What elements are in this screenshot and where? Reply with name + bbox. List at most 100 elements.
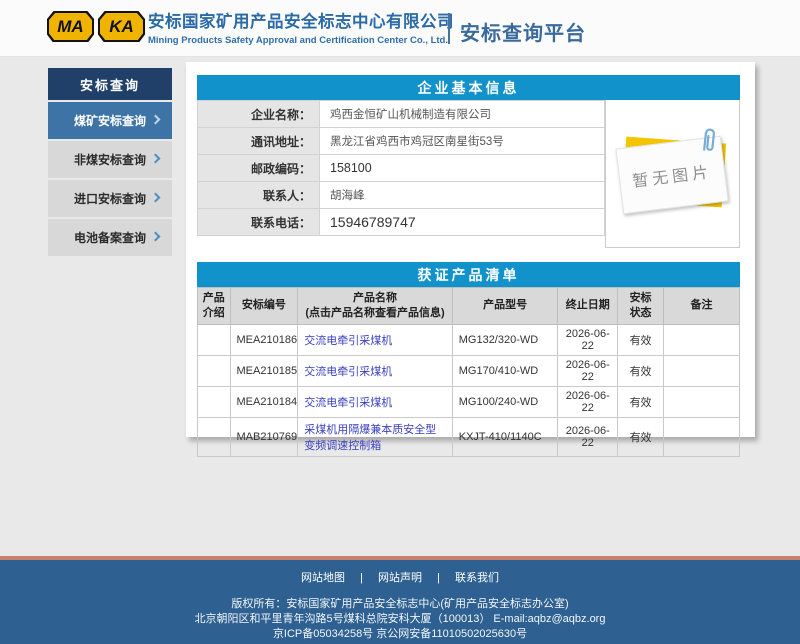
no-image-placeholder: 暂无图片 bbox=[605, 100, 740, 248]
sidebar-item-non-coal-query[interactable]: 非煤安标查询 bbox=[48, 141, 172, 178]
product-name-link[interactable]: 交流电牵引采煤机 bbox=[304, 335, 392, 347]
cell-end-date: 2026-06-22 bbox=[558, 386, 618, 417]
cell-product-name: 交流电牵引采煤机 bbox=[298, 355, 452, 386]
table-header-row: 产品 介绍 安标编号 产品名称 (点击产品名称查看产品信息) 产品型号 终止日期… bbox=[198, 288, 740, 325]
field-label: 邮政编码： bbox=[198, 155, 320, 182]
product-name-link[interactable]: 采煤机用隔爆兼本质安全型变频调速控制箱 bbox=[304, 424, 436, 452]
field-label: 联系人： bbox=[198, 182, 320, 209]
col-product-name: 产品名称 (点击产品名称查看产品信息) bbox=[298, 288, 452, 325]
chevron-right-icon bbox=[151, 232, 161, 242]
col-cert-number: 安标编号 bbox=[230, 288, 298, 325]
field-value-contact: 胡海峰 bbox=[320, 182, 605, 209]
col-end-date: 终止日期 bbox=[558, 288, 618, 325]
products-table: 产品 介绍 安标编号 产品名称 (点击产品名称查看产品信息) 产品型号 终止日期… bbox=[197, 287, 740, 457]
sidebar-item-battery-record-query[interactable]: 电池备案查询 bbox=[48, 219, 172, 256]
field-label: 企业名称： bbox=[198, 101, 320, 128]
footer-link-statement[interactable]: 网站声明 bbox=[378, 572, 422, 584]
sidebar-item-label: 进口安标查询 bbox=[74, 190, 146, 207]
product-name-link[interactable]: 交流电牵引采煤机 bbox=[304, 366, 392, 378]
footer-link-separator: | bbox=[360, 572, 363, 584]
maka-logo[interactable]: MA KA bbox=[47, 11, 145, 42]
col-remark: 备注 bbox=[664, 288, 740, 325]
enterprise-info-table: 企业名称： 鸡西金恒矿山机械制造有限公司 通讯地址： 黑龙江省鸡西市鸡冠区南星街… bbox=[197, 100, 605, 236]
sidebar-item-label: 非煤安标查询 bbox=[74, 151, 146, 168]
cell-remark bbox=[664, 324, 740, 355]
cell-product-name: 交流电牵引采煤机 bbox=[298, 324, 452, 355]
table-row: 通讯地址： 黑龙江省鸡西市鸡冠区南星街53号 bbox=[198, 128, 605, 155]
field-value-phone: 15946789747 bbox=[320, 209, 605, 236]
status-badge: 有效 bbox=[618, 324, 664, 355]
sidebar-item-label: 煤矿安标查询 bbox=[74, 112, 146, 129]
org-name-en: Mining Products Safety Approval and Cert… bbox=[148, 35, 454, 46]
field-label: 通讯地址： bbox=[198, 128, 320, 155]
cell-end-date: 2026-06-22 bbox=[558, 417, 618, 456]
table-row: MEA210184 交流电牵引采煤机 MG100/240-WD 2026-06-… bbox=[198, 386, 740, 417]
field-value-company-name: 鸡西金恒矿山机械制造有限公司 bbox=[320, 101, 605, 128]
products-section: 获证产品清单 产品 介绍 安标编号 产品名称 (点击产品名称查看产品信息) 产品… bbox=[197, 262, 740, 457]
page: MA KA 安标国家矿用产品安全标志中心有限公司 Mining Products… bbox=[0, 0, 800, 644]
footer-link-contact[interactable]: 联系我们 bbox=[455, 572, 499, 584]
logo-badge-ka-text: KA bbox=[100, 13, 143, 40]
chevron-right-icon bbox=[151, 154, 161, 164]
table-row: 联系电话： 15946789747 bbox=[198, 209, 605, 236]
status-badge: 有效 bbox=[618, 355, 664, 386]
table-row: 邮政编码： 158100 bbox=[198, 155, 605, 182]
cell-cert-number: MEA210186 bbox=[230, 324, 298, 355]
no-image-text: 暂无图片 bbox=[631, 158, 713, 192]
cell-end-date: 2026-06-22 bbox=[558, 324, 618, 355]
status-badge: 有效 bbox=[618, 386, 664, 417]
cell-product-name: 采煤机用隔爆兼本质安全型变频调速控制箱 bbox=[298, 417, 452, 456]
sidebar-item-import-query[interactable]: 进口安标查询 bbox=[48, 180, 172, 217]
col-status: 安标 状态 bbox=[618, 288, 664, 325]
col-product-intro: 产品 介绍 bbox=[198, 288, 231, 325]
cell-product-name: 交流电牵引采煤机 bbox=[298, 386, 452, 417]
cell-cert-number: MAB210769 bbox=[230, 417, 298, 456]
cell-remark bbox=[664, 417, 740, 456]
field-value-postcode: 158100 bbox=[320, 155, 605, 182]
field-value-address: 黑龙江省鸡西市鸡冠区南星街53号 bbox=[320, 128, 605, 155]
footer: 网站地图 | 网站声明 | 联系我们 版权所有：安标国家矿用产品安全标志中心(矿… bbox=[0, 560, 800, 644]
org-titles: 安标国家矿用产品安全标志中心有限公司 Mining Products Safet… bbox=[148, 8, 454, 46]
table-row: 联系人： 胡海峰 bbox=[198, 182, 605, 209]
cell-cert-number: MEA210184 bbox=[230, 386, 298, 417]
logo-badge-ma-text: MA bbox=[49, 13, 92, 40]
copyright-line: 版权所有：安标国家矿用产品安全标志中心(矿用产品安全标志办公室) bbox=[0, 597, 800, 612]
header-divider bbox=[448, 13, 450, 44]
field-label: 联系电话： bbox=[198, 209, 320, 236]
cell-model: MG170/410-WD bbox=[452, 355, 558, 386]
footer-copyright: 版权所有：安标国家矿用产品安全标志中心(矿用产品安全标志办公室) 北京朝阳区和平… bbox=[0, 597, 800, 642]
logo-badge-ma-icon: MA bbox=[47, 11, 94, 42]
enterprise-section-header: 企业基本信息 bbox=[197, 75, 740, 100]
sidebar: 安标查询 煤矿安标查询 非煤安标查询 进口安标查询 电池备案查询 bbox=[48, 68, 172, 256]
table-row: MEA210185 交流电牵引采煤机 MG170/410-WD 2026-06-… bbox=[198, 355, 740, 386]
sidebar-item-label: 电池备案查询 bbox=[74, 229, 146, 246]
cell-intro bbox=[198, 324, 231, 355]
footer-link-separator: | bbox=[437, 572, 440, 584]
address-line: 北京朝阳区和平里青年沟路5号煤科总院安科大厦（100013） E-mail:aq… bbox=[0, 612, 800, 627]
org-name-cn: 安标国家矿用产品安全标志中心有限公司 bbox=[148, 8, 454, 32]
footer-links: 网站地图 | 网站声明 | 联系我们 bbox=[0, 569, 800, 585]
cell-model: MG132/320-WD bbox=[452, 324, 558, 355]
sidebar-item-coal-mine-query[interactable]: 煤矿安标查询 bbox=[48, 102, 172, 139]
cell-end-date: 2026-06-22 bbox=[558, 355, 618, 386]
chevron-right-icon bbox=[151, 115, 161, 125]
cell-cert-number: MEA210185 bbox=[230, 355, 298, 386]
main-panel: 企业基本信息 企业名称： 鸡西金恒矿山机械制造有限公司 通讯地址： 黑龙江省鸡西… bbox=[186, 62, 755, 437]
platform-title: 安标查询平台 bbox=[460, 17, 586, 46]
footer-link-sitemap[interactable]: 网站地图 bbox=[301, 572, 345, 584]
products-section-header: 获证产品清单 bbox=[197, 262, 740, 287]
cell-remark bbox=[664, 355, 740, 386]
product-name-link[interactable]: 交流电牵引采煤机 bbox=[304, 397, 392, 409]
enterprise-body: 企业名称： 鸡西金恒矿山机械制造有限公司 通讯地址： 黑龙江省鸡西市鸡冠区南星街… bbox=[197, 100, 740, 248]
cell-remark bbox=[664, 386, 740, 417]
cell-model: MG100/240-WD bbox=[452, 386, 558, 417]
table-row: MEA210186 交流电牵引采煤机 MG132/320-WD 2026-06-… bbox=[198, 324, 740, 355]
cell-intro bbox=[198, 417, 231, 456]
cell-intro bbox=[198, 355, 231, 386]
logo-badge-ka-icon: KA bbox=[98, 11, 145, 42]
table-row: 企业名称： 鸡西金恒矿山机械制造有限公司 bbox=[198, 101, 605, 128]
status-badge: 有效 bbox=[618, 417, 664, 456]
chevron-right-icon bbox=[151, 193, 161, 203]
header: MA KA 安标国家矿用产品安全标志中心有限公司 Mining Products… bbox=[0, 0, 800, 57]
icp-line: 京ICP备05034258号 京公网安备11010502025630号 bbox=[0, 627, 800, 642]
